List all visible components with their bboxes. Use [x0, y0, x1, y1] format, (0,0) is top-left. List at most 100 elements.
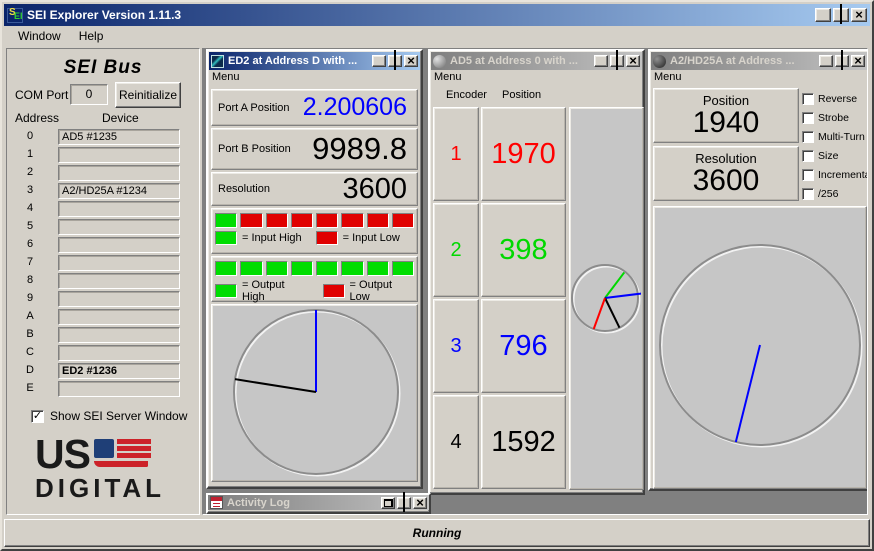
device-field: [58, 219, 180, 235]
input-indicator-panel: = Input High = Input Low: [211, 208, 418, 254]
ad5-window-icon: [433, 55, 446, 68]
device-address-label: E: [7, 382, 53, 394]
output-high-swatch: [215, 284, 237, 298]
restore-icon: [384, 499, 393, 507]
menu-help[interactable]: Help: [71, 27, 112, 45]
activity-log-maximize-button[interactable]: [397, 497, 411, 509]
show-sei-server-checkbox[interactable]: ✓ Show SEI Server Window: [31, 409, 187, 423]
a2-menu[interactable]: Menu: [650, 71, 868, 87]
ad5-position-column: 19703987961592: [481, 107, 566, 490]
ad5-encoder-cell: 3: [433, 299, 479, 393]
checkbox-reverse[interactable]: Reverse: [802, 89, 866, 108]
checkbox-size[interactable]: Size: [802, 146, 866, 165]
led-high: [215, 261, 237, 276]
port-a-label: Port A Position: [212, 102, 290, 114]
ad5-position-cell: 1970: [481, 107, 566, 201]
ad5-position-cell: 398: [481, 203, 566, 297]
us-flag-icon: [94, 439, 152, 471]
ad5-window: AD5 at Address 0 with ... Menu Encoder P…: [428, 49, 645, 495]
logo-digital-text: DIGITAL: [35, 473, 177, 504]
menu-window[interactable]: Window: [10, 27, 69, 45]
sei-bus-panel: SEI Bus COM Port 0 Reinitialize Address …: [6, 48, 200, 515]
device-field: [58, 201, 180, 217]
show-sei-server-label: Show SEI Server Window: [50, 409, 187, 423]
checkbox-box[interactable]: [802, 188, 814, 200]
activity-log-restore-button[interactable]: [381, 497, 395, 509]
checkbox--256[interactable]: /256: [802, 184, 866, 203]
a2-window: A2/HD25A at Address ... Menu Position 19…: [648, 49, 868, 491]
device-row: E: [7, 381, 199, 399]
device-field: [58, 273, 180, 289]
device-field: [58, 165, 180, 181]
input-low-swatch: [316, 231, 338, 245]
a2-minimize-button[interactable]: [819, 55, 833, 67]
close-icon: [407, 52, 415, 70]
activity-log-titlebar[interactable]: Activity Log: [208, 495, 429, 510]
a2-titlebar[interactable]: A2/HD25A at Address ...: [651, 52, 867, 70]
ed2-titlebar[interactable]: ED2 at Address D with ...: [209, 52, 420, 70]
status-bar: Running: [4, 519, 870, 547]
device-field: ED2 #1236: [58, 363, 180, 379]
checkbox-multi-turn[interactable]: Multi-Turn: [802, 127, 866, 146]
led-high: [392, 261, 414, 276]
com-port-field[interactable]: 0: [70, 84, 108, 105]
a2-maximize-button[interactable]: [835, 55, 849, 67]
ed2-output-leds: [212, 257, 417, 276]
port-a-panel: Port A Position 2.200606: [211, 89, 418, 126]
ad5-menu[interactable]: Menu: [430, 71, 643, 87]
device-address-label: D: [7, 364, 53, 376]
a2-window-icon: [653, 55, 666, 68]
checkbox-strobe[interactable]: Strobe: [802, 108, 866, 127]
ed2-menu[interactable]: Menu: [208, 71, 421, 87]
position-header: Position: [502, 89, 541, 101]
device-field: [58, 291, 180, 307]
ad5-title: AD5 at Address 0 with ...: [450, 55, 594, 67]
a2-checkbox-list: ReverseStrobeMulti-TurnSizeIncremental/2…: [802, 89, 866, 203]
address-header: Address: [15, 111, 59, 125]
led-high: [316, 261, 338, 276]
ad5-maximize-button[interactable]: [610, 55, 624, 67]
device-address-label: 1: [7, 148, 53, 160]
checkbox-box[interactable]: [802, 169, 814, 181]
ad5-dial: [569, 107, 644, 490]
main-titlebar[interactable]: SEI SEI Explorer Version 1.11.3: [4, 4, 870, 26]
sei-bus-title: SEI Bus: [7, 57, 199, 79]
sei-explorer-window: SEI SEI Explorer Version 1.11.3 Window H…: [0, 0, 874, 551]
led-low: [240, 213, 262, 228]
checkbox-box[interactable]: [802, 150, 814, 162]
output-high-legend: = Output High: [242, 279, 309, 303]
ad5-minimize-button[interactable]: [594, 55, 608, 67]
device-address-label: 2: [7, 166, 53, 178]
ad5-position-cell: 1592: [481, 395, 566, 489]
activity-log-close-button[interactable]: [413, 497, 427, 509]
close-button[interactable]: [851, 8, 867, 22]
checkbox-box[interactable]: [802, 93, 814, 105]
a2-resolution-panel: Resolution 3600: [653, 146, 799, 201]
ad5-position-cell: 796: [481, 299, 566, 393]
led-high: [291, 261, 313, 276]
device-address-label: B: [7, 328, 53, 340]
ad5-close-button[interactable]: [626, 55, 640, 67]
checkbox-incremental[interactable]: Incremental: [802, 165, 866, 184]
a2-close-button[interactable]: [851, 55, 865, 67]
maximize-button[interactable]: [833, 8, 849, 22]
led-low: [266, 213, 288, 228]
led-low: [367, 213, 389, 228]
checkbox-box[interactable]: [802, 112, 814, 124]
ad5-dial-svg: [570, 108, 641, 491]
ad5-titlebar[interactable]: AD5 at Address 0 with ...: [431, 52, 642, 70]
input-high-swatch: [215, 231, 237, 245]
led-low: [316, 213, 338, 228]
reinitialize-button[interactable]: Reinitialize: [115, 82, 181, 108]
led-low: [291, 213, 313, 228]
checkbox-box[interactable]: [802, 131, 814, 143]
ed2-close-button[interactable]: [404, 55, 418, 67]
device-row: B: [7, 327, 199, 345]
show-sei-server-checkbox-box[interactable]: ✓: [31, 410, 44, 423]
encoder-header: Encoder: [446, 89, 487, 101]
ed2-minimize-button[interactable]: [372, 55, 386, 67]
ad5-encoder-column: 1234: [433, 107, 479, 490]
ed2-maximize-button[interactable]: [388, 55, 402, 67]
minimize-button[interactable]: [815, 8, 831, 22]
close-icon: [855, 6, 863, 24]
